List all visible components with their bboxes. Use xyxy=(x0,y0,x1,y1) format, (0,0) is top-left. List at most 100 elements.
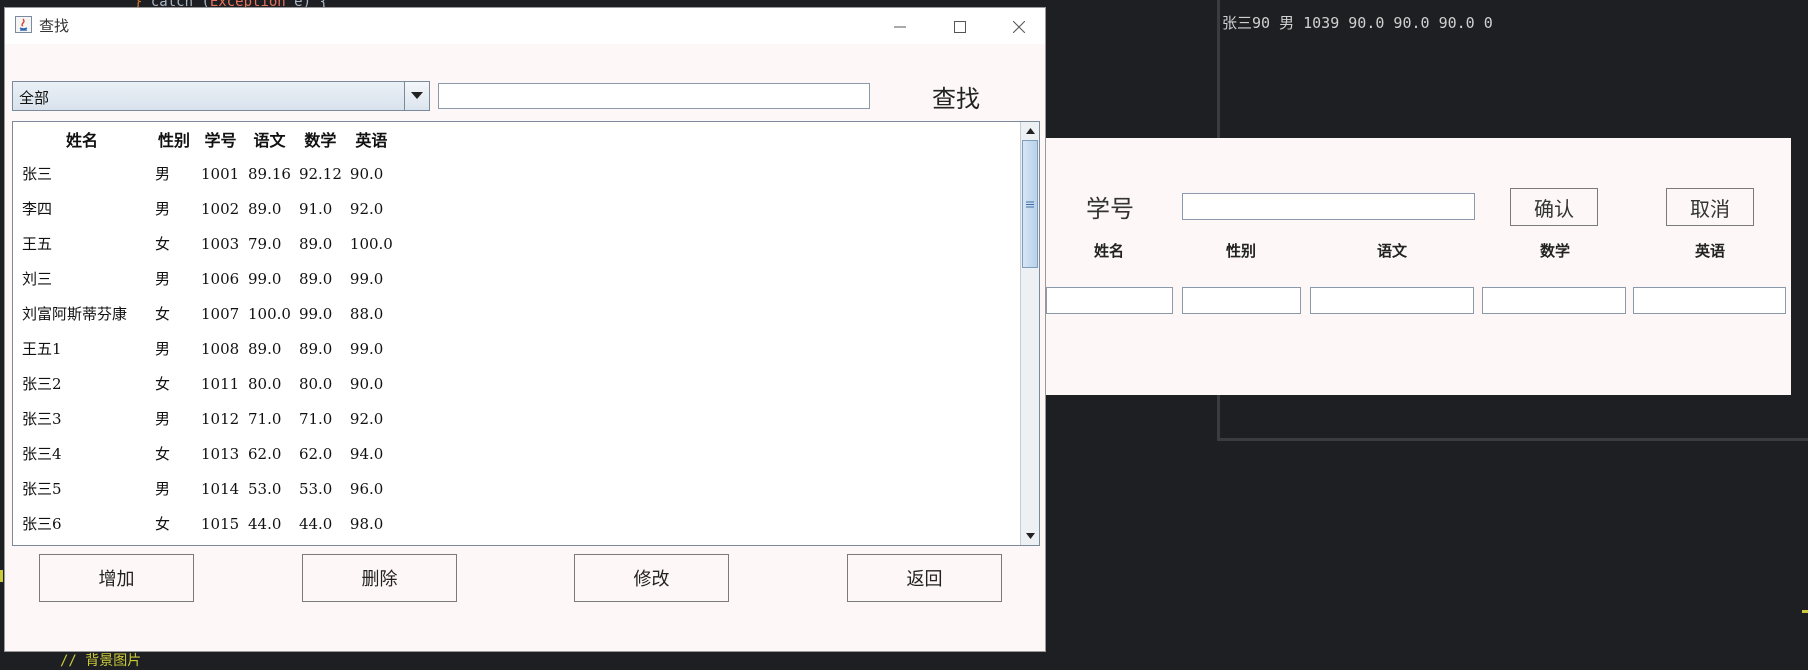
cell-name[interactable]: 张三4 xyxy=(13,436,151,471)
title-bar[interactable]: 查找 xyxy=(5,8,1045,44)
cell-id[interactable]: 1011 xyxy=(197,366,244,401)
cell-gender[interactable]: 男 xyxy=(151,471,197,506)
cell-id[interactable]: 1006 xyxy=(197,261,244,296)
table-row[interactable]: 张三3 男 1012 71.0 71.0 92.0 xyxy=(13,401,397,436)
table-row[interactable]: 王五1 男 1008 89.0 89.0 99.0 xyxy=(13,331,397,366)
cell-gender[interactable]: 女 xyxy=(151,296,197,331)
cell-english[interactable]: 98.0 xyxy=(346,506,397,541)
cell-english[interactable]: 92.0 xyxy=(346,191,397,226)
cell-english[interactable]: 90.0 xyxy=(346,156,397,191)
cell-chinese[interactable]: 89.0 xyxy=(244,331,295,366)
filter-combobox[interactable]: 全部 xyxy=(12,81,430,111)
cell-name[interactable]: 刘三 xyxy=(13,261,151,296)
cell-gender[interactable]: 女 xyxy=(151,226,197,261)
cell-math[interactable]: 91.0 xyxy=(295,191,346,226)
student-id-input[interactable] xyxy=(1182,193,1475,220)
cell-math[interactable]: 99.0 xyxy=(295,296,346,331)
cell-math[interactable]: 44.0 xyxy=(295,506,346,541)
cell-english[interactable]: 99.0 xyxy=(346,331,397,366)
cell-math[interactable]: 89.0 xyxy=(295,226,346,261)
cell-chinese[interactable]: 89.16 xyxy=(244,156,295,191)
cell-chinese[interactable]: 71.0 xyxy=(244,401,295,436)
close-button[interactable] xyxy=(996,12,1042,42)
header-gender[interactable]: 性别 xyxy=(151,122,197,156)
cell-name[interactable]: 张三5 xyxy=(13,471,151,506)
cell-math[interactable]: 92.12 xyxy=(295,156,346,191)
cell-name[interactable]: 李四 xyxy=(13,191,151,226)
cell-id[interactable]: 1015 xyxy=(197,506,244,541)
cell-math[interactable]: 89.0 xyxy=(295,261,346,296)
combo-arrow-button[interactable] xyxy=(404,82,429,110)
table-row[interactable]: 张三5 男 1014 53.0 53.0 96.0 xyxy=(13,471,397,506)
table-row[interactable]: 张三2 女 1011 80.0 80.0 90.0 xyxy=(13,366,397,401)
cell-name[interactable]: 张三2 xyxy=(13,366,151,401)
header-chinese[interactable]: 语文 xyxy=(244,122,295,156)
cell-id[interactable]: 1002 xyxy=(197,191,244,226)
cell-name[interactable]: 张三3 xyxy=(13,401,151,436)
search-input[interactable] xyxy=(438,83,870,109)
cell-english[interactable]: 92.0 xyxy=(346,401,397,436)
maximize-button[interactable] xyxy=(937,12,983,42)
cell-id[interactable]: 1001 xyxy=(197,156,244,191)
delete-button[interactable]: 删除 xyxy=(302,554,457,602)
scroll-up-button[interactable] xyxy=(1021,122,1039,140)
cell-id[interactable]: 1013 xyxy=(197,436,244,471)
cell-math[interactable]: 89.0 xyxy=(295,331,346,366)
cell-english[interactable]: 88.0 xyxy=(346,296,397,331)
cell-gender[interactable]: 男 xyxy=(151,331,197,366)
table-row[interactable]: 王五女 1003 79.0 89.0 100.0 xyxy=(13,226,397,261)
cell-gender[interactable]: 女 xyxy=(151,366,197,401)
table-row[interactable]: 张三6 女 1015 44.0 44.0 98.0 xyxy=(13,506,397,541)
cell-chinese[interactable]: 44.0 xyxy=(244,506,295,541)
header-id[interactable]: 学号 xyxy=(197,122,244,156)
math-input[interactable] xyxy=(1482,287,1626,314)
scroll-down-button[interactable] xyxy=(1021,527,1039,545)
cell-gender[interactable]: 女 xyxy=(151,506,197,541)
cell-gender[interactable]: 女 xyxy=(151,436,197,471)
minimize-button[interactable] xyxy=(877,12,923,42)
cell-math[interactable]: 71.0 xyxy=(295,401,346,436)
back-button[interactable]: 返回 xyxy=(847,554,1002,602)
cell-chinese[interactable]: 80.0 xyxy=(244,366,295,401)
table-row[interactable]: 李四男 1002 89.0 91.0 92.0 xyxy=(13,191,397,226)
cancel-button[interactable]: 取消 xyxy=(1666,188,1754,226)
cell-chinese[interactable]: 53.0 xyxy=(244,471,295,506)
cell-name[interactable]: 张三6 xyxy=(13,506,151,541)
confirm-button[interactable]: 确认 xyxy=(1510,188,1598,226)
cell-english[interactable]: 100.0 xyxy=(346,226,397,261)
table-row[interactable]: 刘富阿斯蒂芬康女 1007 100.0 99.0 88.0 xyxy=(13,296,397,331)
cell-id[interactable]: 1012 xyxy=(197,401,244,436)
scroll-thumb[interactable] xyxy=(1022,140,1038,268)
cell-math[interactable]: 53.0 xyxy=(295,471,346,506)
cell-math[interactable]: 62.0 xyxy=(295,436,346,471)
cell-english[interactable]: 94.0 xyxy=(346,436,397,471)
cell-chinese[interactable]: 99.0 xyxy=(244,261,295,296)
english-input[interactable] xyxy=(1633,287,1786,314)
cell-english[interactable]: 99.0 xyxy=(346,261,397,296)
modify-button[interactable]: 修改 xyxy=(574,554,729,602)
cell-math[interactable]: 80.0 xyxy=(295,366,346,401)
cell-gender[interactable]: 男 xyxy=(151,401,197,436)
cell-chinese[interactable]: 62.0 xyxy=(244,436,295,471)
add-button[interactable]: 增加 xyxy=(39,554,194,602)
header-math[interactable]: 数学 xyxy=(295,122,346,156)
cell-english[interactable]: 90.0 xyxy=(346,366,397,401)
header-english[interactable]: 英语 xyxy=(346,122,397,156)
name-input[interactable] xyxy=(1046,287,1173,314)
cell-id[interactable]: 1008 xyxy=(197,331,244,366)
cell-name[interactable]: 张三 xyxy=(13,156,151,191)
cell-id[interactable]: 1007 xyxy=(197,296,244,331)
cell-chinese[interactable]: 100.0 xyxy=(244,296,295,331)
table-row[interactable]: 刘三男 1006 99.0 89.0 99.0 xyxy=(13,261,397,296)
cell-chinese[interactable]: 79.0 xyxy=(244,226,295,261)
table-row[interactable]: 张三4 女 1013 62.0 62.0 94.0 xyxy=(13,436,397,471)
cell-name[interactable]: 王五1 xyxy=(13,331,151,366)
cell-id[interactable]: 1014 xyxy=(197,471,244,506)
cell-gender[interactable]: 男 xyxy=(151,191,197,226)
cell-chinese[interactable]: 89.0 xyxy=(244,191,295,226)
table-row[interactable]: 张三男 1001 89.16 92.12 90.0 xyxy=(13,156,397,191)
chinese-input[interactable] xyxy=(1310,287,1474,314)
cell-name[interactable]: 王五 xyxy=(13,226,151,261)
cell-gender[interactable]: 男 xyxy=(151,156,197,191)
vertical-scrollbar[interactable] xyxy=(1020,122,1039,545)
